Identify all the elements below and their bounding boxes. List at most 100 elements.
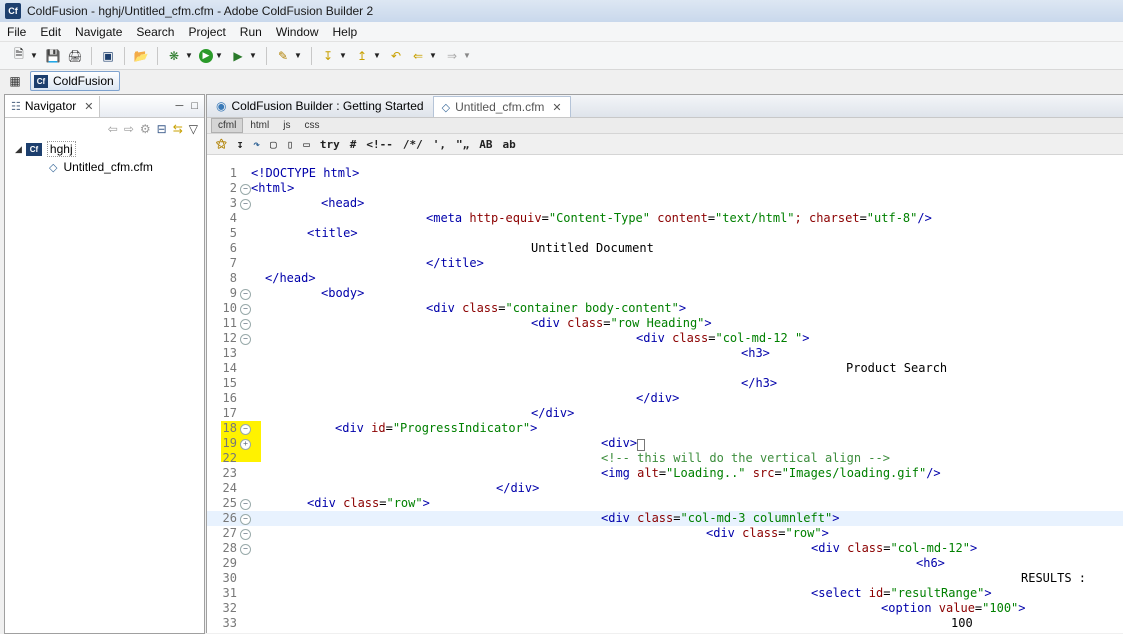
back-arrow-icon[interactable]: ⇐: [409, 47, 427, 65]
code-line[interactable]: 13 <h3>: [207, 346, 1123, 361]
code-line[interactable]: 28− <div class="col-md-12">: [207, 541, 1123, 556]
code-line[interactable]: 1 <!DOCTYPE html>: [207, 166, 1123, 181]
code-line[interactable]: 29 <h6>: [207, 556, 1123, 571]
maximize-icon[interactable]: □: [191, 100, 198, 112]
code-line[interactable]: 4 <meta http-equiv="Content-Type" content…: [207, 211, 1123, 226]
snippet-icon[interactable]: ⚝: [211, 137, 232, 151]
collapse-fold-icon[interactable]: −: [240, 424, 251, 435]
external-tools-icon[interactable]: ▶: [229, 47, 247, 65]
code-line[interactable]: 2− <html>: [207, 181, 1123, 196]
forward-icon[interactable]: ⇨: [124, 122, 134, 136]
forward-arrow-icon[interactable]: ⇒: [443, 47, 461, 65]
code-line[interactable]: 10− <div class="container body-content">: [207, 301, 1123, 316]
tree-item-file[interactable]: ◇ Untitled_cfm.cfm: [5, 158, 204, 176]
snippet-single-quote-button[interactable]: '‚: [428, 138, 451, 151]
forward-dropdown-icon[interactable]: ▼: [463, 51, 471, 60]
collapse-fold-icon[interactable]: −: [240, 184, 251, 195]
snippet-block-comment-button[interactable]: /*/: [398, 138, 428, 151]
snippet-hash-button[interactable]: #: [345, 138, 362, 151]
code-line[interactable]: 16 </div>: [207, 391, 1123, 406]
collapse-fold-icon[interactable]: −: [240, 544, 251, 555]
back-dropdown-icon[interactable]: ▼: [429, 51, 437, 60]
code-line[interactable]: 17 </div>: [207, 406, 1123, 421]
snippet-try-button[interactable]: try: [315, 138, 345, 151]
code-editor[interactable]: 1 <!DOCTYPE html> 2− <html> 3− <head> 4 <meta h…: [207, 163, 1123, 633]
menu-file[interactable]: File: [0, 25, 33, 39]
code-line[interactable]: 31 <select id="resultRange">: [207, 586, 1123, 601]
collapse-fold-icon[interactable]: −: [240, 514, 251, 525]
save-icon[interactable]: 💾: [44, 47, 62, 65]
close-icon[interactable]: ✕: [552, 101, 561, 114]
output-icon[interactable]: ▢: [265, 138, 282, 151]
collapse-fold-icon[interactable]: −: [240, 529, 251, 540]
run-dropdown-icon[interactable]: ▼: [215, 51, 223, 60]
lang-tab-css[interactable]: css: [297, 118, 326, 133]
debug-dropdown-icon[interactable]: ▼: [185, 51, 193, 60]
close-icon[interactable]: ✕: [84, 100, 93, 113]
code-line[interactable]: 30 RESULTS :: [207, 571, 1123, 586]
view-menu-icon[interactable]: ▽: [189, 122, 198, 136]
next-annotation-icon[interactable]: ↧: [319, 47, 337, 65]
code-line[interactable]: 19 + <div>: [207, 436, 1123, 451]
tab-navigator[interactable]: ☷ Navigator ✕: [5, 95, 101, 117]
go-into-icon[interactable]: ⚙: [140, 122, 151, 136]
code-line[interactable]: 6 Untitled Document: [207, 241, 1123, 256]
insert-icon[interactable]: ↷: [248, 138, 265, 151]
snippet-uppercase-button[interactable]: AB: [474, 138, 497, 151]
code-line[interactable]: 14 Product Search: [207, 361, 1123, 376]
collapse-fold-icon[interactable]: −: [240, 499, 251, 510]
tree-item-project[interactable]: ◢ Cf hghj: [5, 140, 204, 158]
format-icon[interactable]: ↧: [232, 138, 249, 151]
pen-icon[interactable]: ✎: [274, 47, 292, 65]
collapse-fold-icon[interactable]: −: [240, 199, 251, 210]
code-line[interactable]: 9− <body>: [207, 286, 1123, 301]
code-line[interactable]: 8 </head>: [207, 271, 1123, 286]
menu-edit[interactable]: Edit: [33, 25, 68, 39]
open-folder-icon[interactable]: 📂: [132, 47, 150, 65]
code-line[interactable]: 23 <img alt="Loading.." src="Images/loadi…: [207, 466, 1123, 481]
code-line[interactable]: 25− <div class="row">: [207, 496, 1123, 511]
code-line[interactable]: 22 <!-- this will do the vertical align -…: [207, 451, 1123, 466]
collapse-fold-icon[interactable]: −: [240, 319, 251, 330]
debug-icon[interactable]: ❋: [165, 47, 183, 65]
menu-search[interactable]: Search: [129, 25, 181, 39]
lang-tab-html[interactable]: html: [243, 118, 276, 133]
code-line[interactable]: 15 </h3>: [207, 376, 1123, 391]
code-line[interactable]: 26− <div class="col-md-3 columnleft">: [207, 511, 1123, 526]
new-file-icon[interactable]: 🗎: [10, 47, 28, 65]
menu-run[interactable]: Run: [233, 25, 269, 39]
menu-navigate[interactable]: Navigate: [68, 25, 129, 39]
menu-project[interactable]: Project: [181, 25, 232, 39]
cf-server-icon[interactable]: ▣: [99, 47, 117, 65]
code-line[interactable]: 24 </div>: [207, 481, 1123, 496]
minimize-icon[interactable]: ─: [176, 100, 184, 112]
snippet-lowercase-button[interactable]: ab: [497, 138, 520, 151]
print-icon[interactable]: 🖨: [66, 47, 84, 65]
lang-tab-js[interactable]: js: [276, 118, 297, 133]
snippet-double-quote-button[interactable]: "„: [451, 138, 474, 151]
query-icon[interactable]: ▯: [282, 138, 299, 151]
last-edit-icon[interactable]: ↶: [387, 47, 405, 65]
script-icon[interactable]: ▭: [298, 138, 315, 151]
expanded-triangle-icon[interactable]: ◢: [15, 144, 22, 155]
pen-dropdown-icon[interactable]: ▼: [294, 51, 302, 60]
code-line[interactable]: 33 100: [207, 616, 1123, 631]
link-editor-icon[interactable]: ⇆: [173, 122, 183, 136]
open-perspective-icon[interactable]: ▦: [6, 72, 24, 90]
run-icon[interactable]: ▶: [199, 48, 213, 63]
back-icon[interactable]: ⇦: [108, 122, 118, 136]
tab-getting-started[interactable]: ◉ ColdFusion Builder : Getting Started: [207, 95, 433, 117]
code-line[interactable]: 11− <div class="row Heading">: [207, 316, 1123, 331]
code-line[interactable]: 7 </title>: [207, 256, 1123, 271]
code-line[interactable]: 3− <head>: [207, 196, 1123, 211]
expand-fold-icon[interactable]: +: [240, 439, 251, 450]
code-line[interactable]: 12− <div class="col-md-12 ">: [207, 331, 1123, 346]
code-line[interactable]: 5 <title>: [207, 226, 1123, 241]
code-line[interactable]: 27− <div class="row">: [207, 526, 1123, 541]
snippet-comment-button[interactable]: <!--: [361, 138, 398, 151]
tab-untitled-cfm[interactable]: ◇ Untitled_cfm.cfm ✕: [432, 96, 571, 117]
menu-window[interactable]: Window: [269, 25, 326, 39]
collapse-fold-icon[interactable]: −: [240, 289, 251, 300]
lang-tab-cfml[interactable]: cfml: [211, 118, 244, 133]
code-line[interactable]: 18− <div id="ProgressIndicator">: [207, 421, 1123, 436]
